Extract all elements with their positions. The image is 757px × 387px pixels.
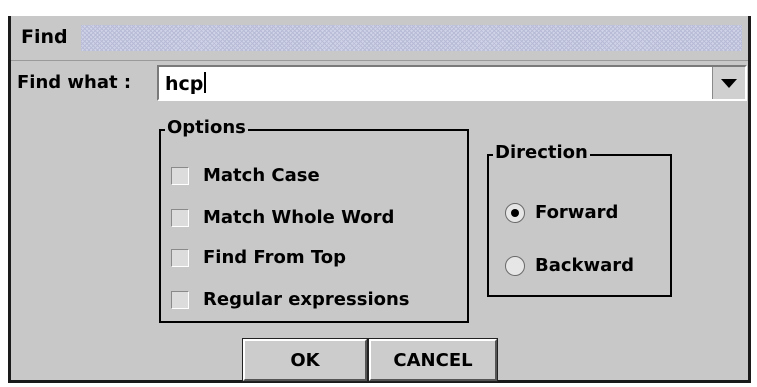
forward-option[interactable]: Forward <box>505 202 618 223</box>
titlebar-grip[interactable] <box>81 25 742 51</box>
options-group-title: Options <box>165 117 248 138</box>
backward-label: Backward <box>535 255 635 276</box>
match-case-label: Match Case <box>203 165 320 186</box>
text-caret <box>204 72 207 93</box>
direction-group: Direction Forward Backward <box>487 142 672 297</box>
ok-button[interactable]: OK <box>242 338 368 382</box>
forward-label: Forward <box>535 202 619 223</box>
match-whole-word-option[interactable]: Match Whole Word <box>171 207 394 228</box>
match-whole-word-checkbox[interactable] <box>171 208 189 227</box>
dialog-title: Find <box>21 26 68 48</box>
backward-option[interactable]: Backward <box>505 255 634 276</box>
match-case-checkbox[interactable] <box>171 166 189 185</box>
dialog-titlebar[interactable]: Find <box>11 16 748 61</box>
find-what-value: hcp <box>165 73 204 95</box>
find-from-top-checkbox[interactable] <box>171 248 189 267</box>
cancel-button[interactable]: CANCEL <box>368 338 498 382</box>
find-dialog: Find Find what : hcp Options Match Case … <box>8 16 751 383</box>
direction-group-title: Direction <box>493 142 590 163</box>
find-what-combobox[interactable]: hcp <box>157 65 747 101</box>
regular-expressions-option[interactable]: Regular expressions <box>171 289 410 310</box>
find-from-top-option[interactable]: Find From Top <box>171 247 346 268</box>
regular-expressions-checkbox[interactable] <box>171 290 189 309</box>
window-top-strip <box>0 0 757 16</box>
find-what-dropdown-button[interactable] <box>712 67 745 99</box>
forward-radio[interactable] <box>505 202 525 223</box>
chevron-down-icon <box>721 78 737 88</box>
find-what-input[interactable]: hcp <box>165 72 207 95</box>
backward-radio[interactable] <box>505 255 525 276</box>
options-group: Options Match Case Match Whole Word Find… <box>159 117 469 323</box>
find-from-top-label: Find From Top <box>203 247 346 268</box>
match-case-option[interactable]: Match Case <box>171 165 320 186</box>
regular-expressions-label: Regular expressions <box>203 289 410 310</box>
find-what-label: Find what : <box>17 72 132 93</box>
match-whole-word-label: Match Whole Word <box>203 207 395 228</box>
